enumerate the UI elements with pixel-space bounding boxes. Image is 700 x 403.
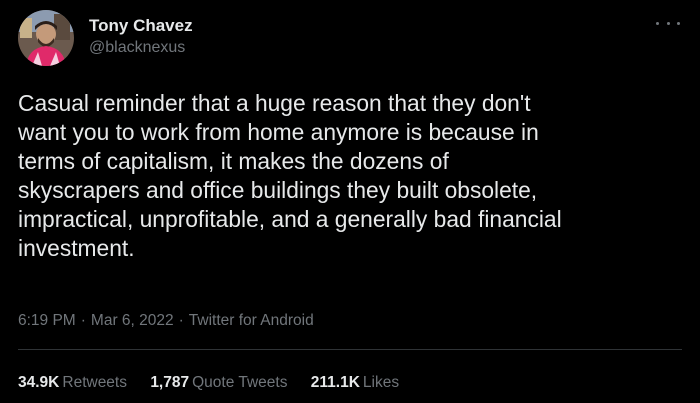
likes-stat[interactable]: 211.1K Likes bbox=[311, 372, 399, 394]
tweet-stats: 34.9K Retweets 1,787 Quote Tweets 211.1K Li… bbox=[18, 372, 418, 394]
stats-divider bbox=[18, 349, 682, 350]
avatar[interactable] bbox=[18, 10, 74, 66]
more-options-button[interactable] bbox=[656, 14, 680, 32]
tweet-text: Casual reminder that a huge reason that … bbox=[18, 90, 562, 261]
retweets-stat[interactable]: 34.9K Retweets bbox=[18, 372, 127, 394]
likes-label: Likes bbox=[362, 374, 400, 391]
quote-tweets-stat[interactable]: 1,787 Quote Tweets bbox=[150, 372, 287, 394]
tweet-header: Tony Chavez @blacknexus bbox=[18, 10, 682, 68]
more-horizontal-icon-dot-3 bbox=[677, 21, 680, 25]
likes-count: 211.1K bbox=[310, 374, 360, 391]
retweets-count: 34.9K bbox=[18, 374, 60, 391]
quote-tweets-count: 1,787 bbox=[150, 374, 190, 391]
quote-tweets-label: Quote Tweets bbox=[192, 374, 288, 391]
meta-separator: · bbox=[178, 312, 184, 329]
tweet-metadata: 6:19 PM · Mar 6, 2022 · Twitter for Android bbox=[18, 310, 314, 332]
meta-separator: · bbox=[80, 312, 86, 329]
author-names: Tony Chavez @blacknexus bbox=[89, 16, 193, 59]
more-horizontal-icon-dot-2 bbox=[666, 21, 670, 25]
tweet-date[interactable]: Mar 6, 2022 bbox=[91, 312, 174, 329]
author-handle[interactable]: @blacknexus bbox=[89, 37, 193, 59]
avatar-image bbox=[18, 10, 74, 66]
retweets-label: Retweets bbox=[62, 374, 127, 391]
more-horizontal-icon bbox=[656, 21, 659, 25]
tweet-time[interactable]: 6:19 PM bbox=[18, 312, 76, 329]
author-display-name[interactable]: Tony Chavez bbox=[89, 16, 193, 36]
tweet-source[interactable]: Twitter for Android bbox=[189, 312, 314, 329]
tweet-card: Tony Chavez @blacknexus Casual reminder … bbox=[0, 0, 700, 403]
